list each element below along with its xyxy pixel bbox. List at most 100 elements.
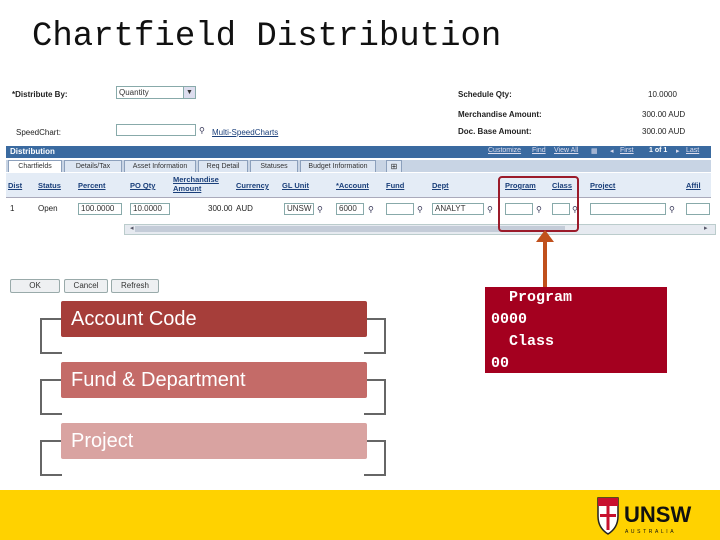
row-range: 1 of 1	[649, 147, 668, 154]
horizontal-scrollbar[interactable]	[124, 224, 716, 235]
slide-title: Chartfield Distribution	[32, 18, 502, 56]
tab-budget-information[interactable]: Budget Information	[300, 160, 376, 172]
bracket-tick	[42, 474, 62, 476]
view-all-link[interactable]: View All	[554, 147, 578, 154]
search-icon[interactable]: ⚲	[487, 205, 496, 214]
bracket-tick	[42, 379, 62, 381]
grid-tabs: Chartfields Details/Tax Asset Informatio…	[6, 160, 711, 172]
tab-chartfields[interactable]: Chartfields	[8, 160, 62, 172]
speedchart-label: SpeedChart:	[16, 128, 61, 137]
last-arrow-icon[interactable]: ▸	[676, 147, 680, 155]
bracket-tick	[364, 352, 384, 354]
percent-input[interactable]: 100.0000	[78, 203, 122, 215]
cell-merch-amount: 300.00	[208, 204, 233, 213]
callout-line: 0000	[491, 311, 528, 328]
search-icon[interactable]: ⚲	[669, 205, 678, 214]
merch-amount-value: 300.00 AUD	[642, 110, 686, 119]
po-qty-input[interactable]: 10.0000	[130, 203, 170, 215]
speedchart-input[interactable]	[116, 124, 196, 136]
callout-line: 00	[491, 355, 510, 372]
grid-view-icon[interactable]: ▦	[591, 147, 598, 155]
list-item-account-code: Account Code	[61, 301, 367, 337]
unsw-logo: UNSW AUSTRALIA	[597, 497, 691, 535]
bracket-tick	[42, 440, 62, 442]
list-item-project: Project	[61, 423, 367, 459]
bracket-tick	[42, 318, 62, 320]
col-dept[interactable]: Dept	[432, 181, 449, 190]
first-link[interactable]: First	[620, 147, 634, 154]
list-item-fund-department: Fund & Department	[61, 362, 367, 398]
gl-unit-input[interactable]: UNSW	[284, 203, 314, 215]
bracket-tick	[42, 413, 62, 415]
gl-unit-value: UNSW	[287, 204, 312, 213]
dept-value: ANALYT	[435, 204, 466, 213]
search-icon[interactable]: ⚲	[199, 126, 208, 135]
tab-req-detail[interactable]: Req Detail	[198, 160, 248, 172]
program-class-highlight	[498, 176, 579, 232]
project-input[interactable]	[590, 203, 666, 215]
account-input[interactable]: 6000	[336, 203, 364, 215]
bracket-tick	[364, 474, 384, 476]
cell-status: Open	[38, 204, 58, 213]
scroll-left-icon[interactable]: ◂	[130, 224, 134, 232]
bracket-tick	[364, 440, 384, 442]
col-dist[interactable]: Dist	[8, 181, 22, 190]
col-currency[interactable]: Currency	[236, 181, 269, 190]
cell-dist: 1	[10, 204, 15, 213]
scroll-right-icon[interactable]: ▸	[704, 224, 708, 232]
refresh-button[interactable]: Refresh	[111, 279, 159, 293]
doc-base-value: 300.00 AUD	[642, 127, 686, 136]
col-po-qty[interactable]: PO Qty	[130, 181, 155, 190]
doc-base-label: Doc. Base Amount:	[458, 127, 532, 136]
cancel-button[interactable]: Cancel	[64, 279, 108, 293]
col-affil[interactable]: Affil	[686, 181, 701, 190]
grid-title: Distribution	[10, 147, 55, 156]
schedule-qty-value: 10.0000	[648, 90, 677, 99]
search-icon[interactable]: ⚲	[317, 205, 326, 214]
distribute-by-value: Quantity	[119, 88, 149, 97]
tab-asset-information[interactable]: Asset Information	[124, 160, 196, 172]
grid-header-row: Dist Status Percent PO Qty Merchandise A…	[6, 173, 711, 198]
cell-currency: AUD	[236, 204, 253, 213]
merch-amount-label: Merchandise Amount:	[458, 110, 542, 119]
logo-sub: AUSTRALIA	[625, 529, 676, 535]
tab-statuses[interactable]: Statuses	[250, 160, 298, 172]
first-arrow-icon[interactable]: ◂	[610, 147, 614, 155]
affil-input[interactable]	[686, 203, 710, 215]
show-all-tabs-icon[interactable]: ⊞	[386, 160, 402, 172]
fund-input[interactable]	[386, 203, 414, 215]
col-status[interactable]: Status	[38, 181, 61, 190]
customize-link[interactable]: Customize	[488, 147, 521, 154]
col-merch-amount[interactable]: Merchandise Amount	[173, 175, 223, 193]
col-fund[interactable]: Fund	[386, 181, 404, 190]
col-project[interactable]: Project	[590, 181, 615, 190]
schedule-qty-label: Schedule Qty:	[458, 90, 512, 99]
callout-line: Class	[491, 333, 555, 350]
bracket-tick	[42, 352, 62, 354]
po-qty-value: 10.0000	[133, 204, 162, 213]
distribute-by-label: *Distribute By:	[12, 90, 68, 99]
ok-button[interactable]: OK	[10, 279, 60, 293]
tab-details-tax[interactable]: Details/Tax	[64, 160, 122, 172]
logo-text: UNSW	[624, 502, 691, 527]
account-value: 6000	[339, 204, 357, 213]
dept-input[interactable]: ANALYT	[432, 203, 484, 215]
bracket-tick	[364, 413, 384, 415]
distribution-grid-bar: Distribution Customize Find View All ▦ ◂…	[6, 146, 711, 158]
arrow-shaft	[543, 238, 547, 290]
percent-value: 100.0000	[81, 204, 115, 213]
search-icon[interactable]: ⚲	[368, 205, 377, 214]
last-link[interactable]: Last	[686, 147, 699, 154]
find-link[interactable]: Find	[532, 147, 546, 154]
col-gl-unit[interactable]: GL Unit	[282, 181, 309, 190]
col-account[interactable]: *Account	[336, 181, 369, 190]
callout-line: Program	[491, 289, 573, 306]
search-icon[interactable]: ⚲	[417, 205, 426, 214]
distribution-screenshot: *Distribute By: Quantity ▼ SpeedChart: ⚲…	[6, 80, 716, 295]
bracket-tick	[364, 379, 384, 381]
col-percent[interactable]: Percent	[78, 181, 106, 190]
bracket-tick	[364, 318, 384, 320]
distribute-by-select[interactable]: Quantity ▼	[116, 86, 196, 99]
program-class-callout: Program 0000 Class 00	[485, 287, 667, 373]
multi-speedcharts-link[interactable]: Multi-SpeedCharts	[212, 128, 278, 137]
